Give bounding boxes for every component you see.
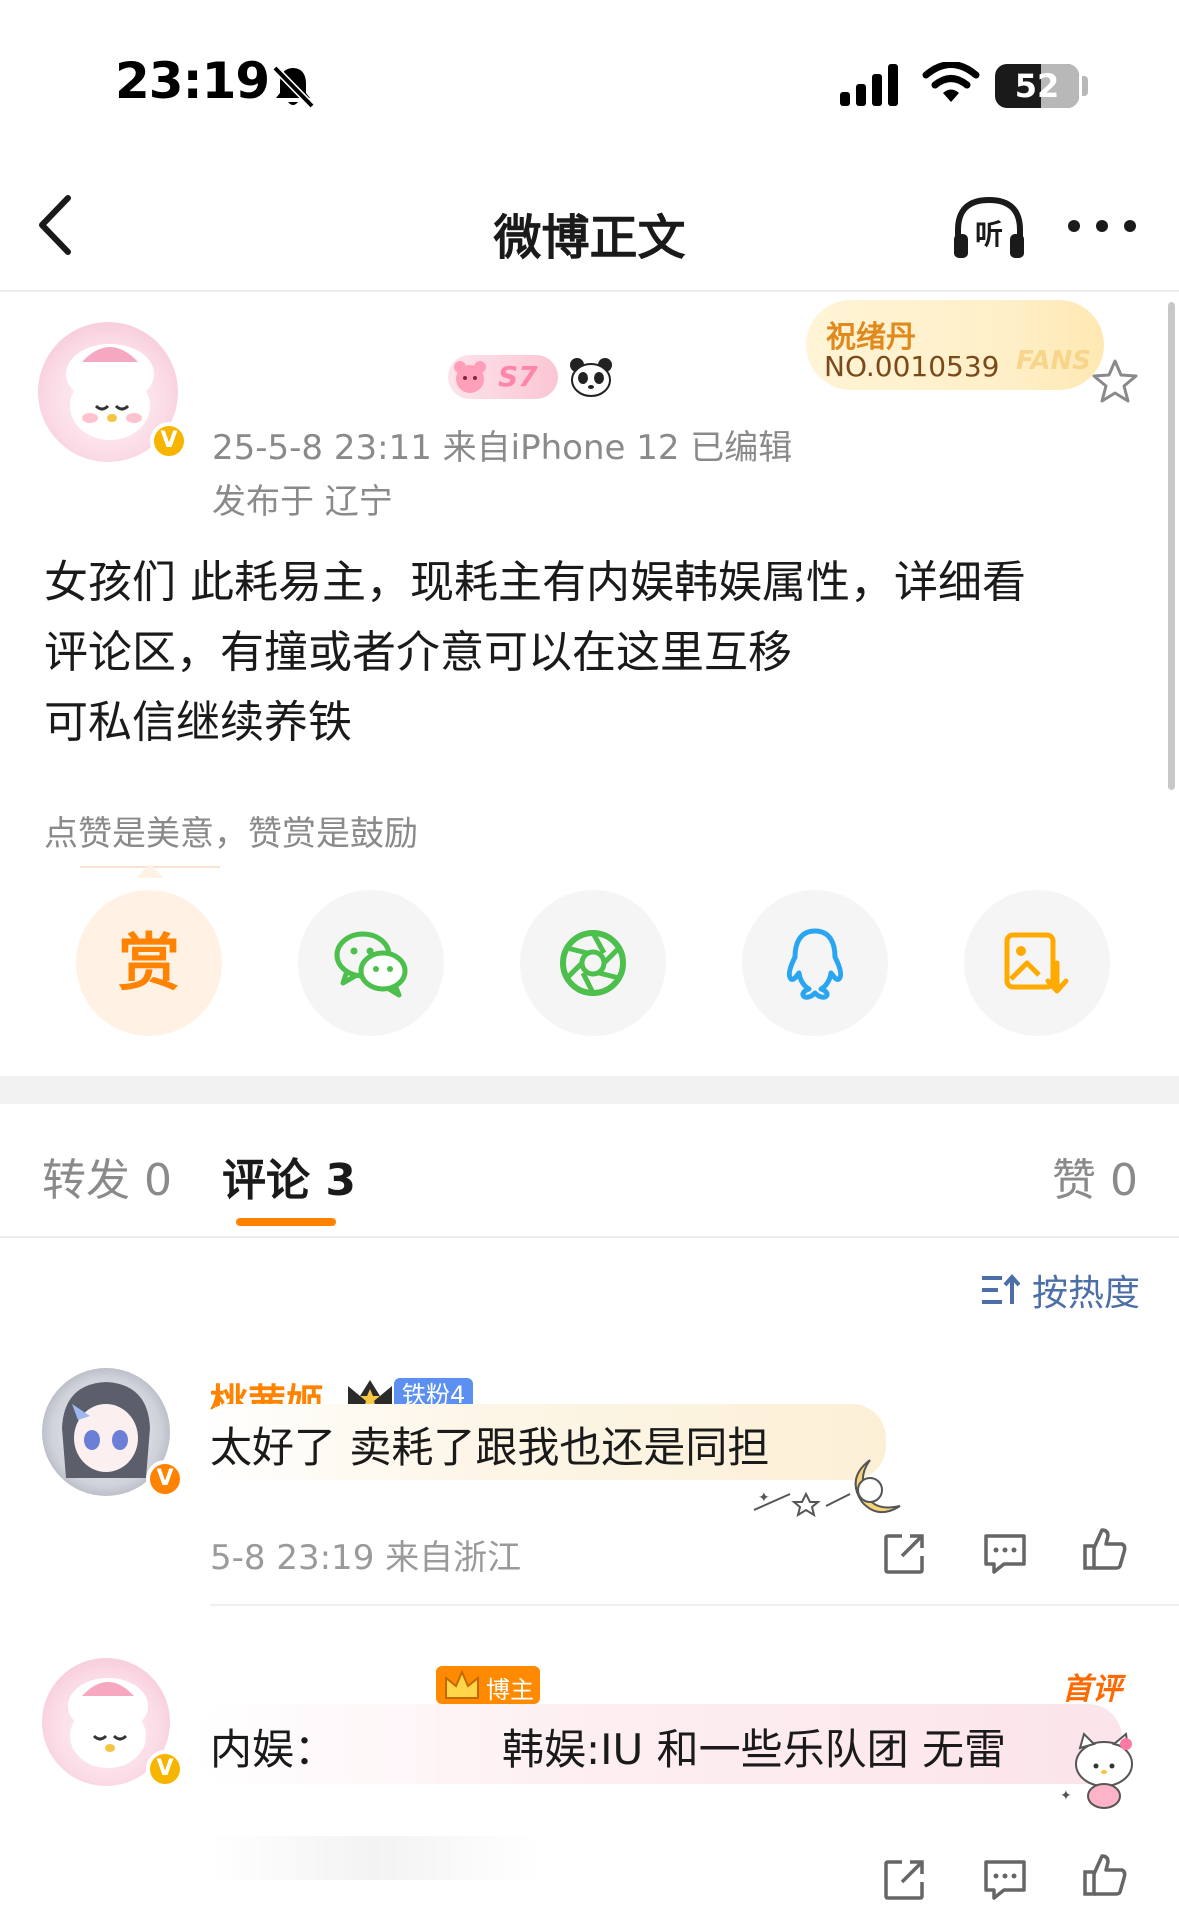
- comment-meta-faded: [210, 1836, 540, 1880]
- panda-icon: [570, 358, 612, 397]
- tab-count: 0: [144, 1155, 172, 1206]
- battery-tip: [1082, 76, 1088, 96]
- post-body-line: 女孩们 此耗易主，现耗主有内娱韩娱属性，详细看: [44, 557, 1026, 608]
- wifi-icon: [922, 62, 980, 102]
- comment-text: 太好了 卖耗了跟我也还是同担: [210, 1423, 770, 1472]
- star-icon[interactable]: [1090, 356, 1140, 406]
- share-wechat-button[interactable]: [298, 890, 444, 1036]
- nav-bar: 微博正文 听: [0, 160, 1179, 292]
- tab-reposts[interactable]: 转发 0: [42, 1144, 172, 1208]
- reward-caption: 点赞是美意，赞赏是鼓励: [44, 814, 418, 854]
- tab-label: 评论: [222, 1155, 310, 1206]
- blogger-badge-label: 博主: [486, 1676, 534, 1704]
- tab-label: 赞: [1052, 1155, 1096, 1206]
- reward-button-label: 赏: [117, 926, 180, 999]
- tab-active-indicator: [236, 1218, 336, 1226]
- moon-sticker-icon: ✦: [753, 1459, 901, 1518]
- like-icon[interactable]: [1082, 1526, 1128, 1572]
- comment-text-right: 韩娱:IU 和一些乐队团 无雷: [502, 1725, 1006, 1774]
- scrollbar[interactable]: [1168, 302, 1175, 790]
- status-bar: 23:19 52: [0, 0, 1179, 150]
- post-body-line: 评论区，有撞或者介意可以在这里互移: [44, 627, 792, 678]
- verified-badge-icon: V: [146, 1460, 184, 1498]
- post-location: 发布于 辽宁: [212, 482, 393, 522]
- bear-icon: [454, 361, 486, 393]
- verified-badge-icon: V: [146, 1750, 184, 1788]
- crown-icon: [445, 1669, 479, 1699]
- post-body: 女孩们 此耗易主，现耗主有内娱韩娱属性，详细看 评论区，有撞或者介意可以在这里互…: [44, 548, 1124, 758]
- save-image-icon: [1004, 932, 1069, 994]
- listen-label: 听: [975, 218, 1003, 251]
- fans-card-label: FANS: [1016, 346, 1092, 376]
- tab-count: 0: [1110, 1155, 1138, 1206]
- comment-divider: [210, 1604, 1179, 1606]
- sort-icon: [982, 1273, 1020, 1304]
- tab-label: 转发: [42, 1155, 130, 1206]
- svg-text:✦: ✦: [758, 1490, 770, 1506]
- reply-icon[interactable]: [982, 1530, 1028, 1576]
- comment-avatar[interactable]: V: [42, 1658, 184, 1788]
- headphones-icon[interactable]: 听: [950, 194, 1028, 262]
- tabs-divider: [0, 1236, 1179, 1238]
- hello-kitty-sticker-icon: ✦: [1060, 1732, 1133, 1809]
- wechat-icon: [334, 931, 408, 998]
- reward-button[interactable]: 赏: [76, 890, 222, 1036]
- share-moments-button[interactable]: [520, 890, 666, 1036]
- share-qq-button[interactable]: [742, 890, 888, 1036]
- sort-label: 按热度: [1032, 1273, 1141, 1314]
- reward-pointer: [136, 864, 164, 878]
- post-meta: 25-5-8 23:11 来自iPhone 12 已编辑: [212, 428, 793, 468]
- signal-icon: [840, 64, 898, 106]
- svg-text:✦: ✦: [1060, 1788, 1072, 1804]
- fans-card-number: NO.0010539: [824, 350, 1000, 383]
- comment-avatar[interactable]: V: [42, 1368, 184, 1498]
- comment-meta: 5-8 23:19 来自浙江: [210, 1538, 522, 1578]
- first-comment-label: 首评: [1062, 1672, 1122, 1707]
- verified-badge-icon: V: [150, 422, 188, 460]
- tab-comments[interactable]: 评论 3: [222, 1144, 356, 1208]
- tab-count: 3: [325, 1155, 356, 1206]
- repost-icon[interactable]: [882, 1530, 928, 1576]
- status-time: 23:19: [115, 52, 270, 110]
- bell-slash-icon: [272, 65, 315, 109]
- save-image-button[interactable]: [964, 890, 1110, 1036]
- medal-label: S7: [498, 360, 538, 393]
- comment-text-left: 内娱：: [210, 1725, 337, 1774]
- battery-level: 52: [1014, 67, 1060, 105]
- repost-icon[interactable]: [882, 1856, 928, 1902]
- like-icon[interactable]: [1082, 1852, 1128, 1898]
- more-icon[interactable]: [1062, 206, 1142, 246]
- battery-icon: 52: [995, 64, 1079, 108]
- section-divider: [0, 1076, 1179, 1104]
- post-body-line: 可私信继续养铁: [44, 697, 352, 748]
- reply-icon[interactable]: [982, 1856, 1028, 1902]
- tab-likes[interactable]: 赞 0: [1052, 1144, 1138, 1208]
- moments-icon: [560, 930, 626, 996]
- qq-icon: [786, 928, 844, 1000]
- post-author-avatar[interactable]: V: [38, 322, 188, 462]
